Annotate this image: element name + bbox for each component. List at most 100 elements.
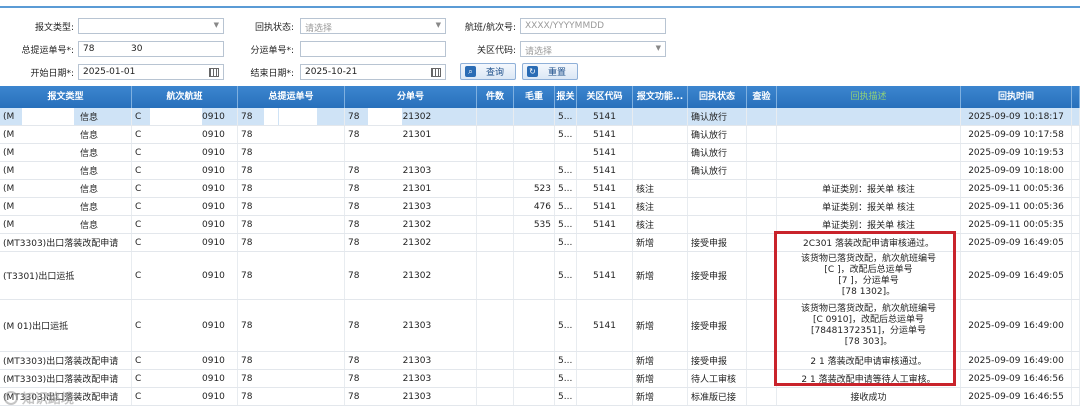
redaction-mask	[368, 144, 380, 161]
redaction-mask	[150, 144, 202, 161]
cell-extra	[1072, 180, 1080, 197]
redaction-mask	[22, 216, 74, 233]
cell-voyage-suffix: 0910	[202, 320, 225, 331]
cell-decl: 5...	[555, 300, 577, 351]
cell-voyage-suffix: 0910	[202, 237, 225, 248]
cell-status: 待人工审核	[688, 370, 747, 387]
customs-code-select[interactable]: 请选择 ▼	[520, 41, 666, 57]
table-row[interactable]: (M信息C0910781307830_JG213035...5141确认放行20…	[0, 162, 1080, 180]
master-no-input[interactable]: 78 30	[78, 41, 224, 57]
cell-desc	[777, 126, 961, 143]
calendar-icon[interactable]	[431, 68, 441, 77]
redaction-mask	[150, 234, 202, 251]
cell-customs: 5141	[577, 198, 633, 215]
redaction-mask	[279, 234, 317, 251]
redaction-mask	[368, 388, 380, 405]
cell-decl: 5...	[555, 252, 577, 299]
cell-time: 2025-09-09 16:49:05	[961, 234, 1072, 251]
cell-weight	[514, 300, 555, 351]
cell-pieces	[477, 162, 514, 179]
watermark-text: 知识路境	[22, 392, 75, 407]
redaction-mask	[150, 352, 202, 369]
cell-voyage-suffix: 0910	[202, 391, 225, 402]
col-receipt-status[interactable]: 回执状态	[688, 86, 747, 108]
master-no-value-1: 78	[83, 44, 95, 54]
reset-button[interactable]: ↻ 重置	[522, 63, 578, 80]
cell-decl: 5...	[555, 370, 577, 387]
cell-type: (MT3303)出口落装改配申请	[0, 234, 132, 251]
col-receipt-time[interactable]: 回执时间	[961, 86, 1072, 108]
cell-type-suffix: 信息	[80, 221, 99, 231]
table-row[interactable]: (M信息C0910781307830_JG213015...5141确认放行20…	[0, 126, 1080, 144]
calendar-icon[interactable]	[209, 68, 219, 77]
cell-house: 78 30_JG21301	[345, 180, 477, 197]
query-button-label: 查询	[486, 68, 505, 78]
end-date-input[interactable]: 2025-10-21	[300, 64, 446, 80]
col-voyage[interactable]: 航次航班	[132, 86, 238, 108]
cell-status	[688, 216, 747, 233]
redaction-mask	[150, 388, 202, 405]
redaction-mask	[368, 252, 380, 299]
cell-voyage-suffix: 0910	[202, 219, 225, 230]
cell-inspect	[747, 370, 777, 387]
cell-house: 78 30_JG21303	[345, 352, 477, 369]
col-customs-code[interactable]: 关区代码	[577, 86, 633, 108]
msg-type-select[interactable]: ▼	[78, 18, 224, 34]
redaction-mask	[279, 388, 317, 405]
table-row[interactable]: (M信息C0910781307830_JG213015235...5141核注单…	[0, 180, 1080, 198]
redaction-mask	[368, 162, 380, 179]
cell-voyage-suffix: 0910	[202, 355, 225, 366]
cell-type-suffix: 信息	[80, 203, 99, 213]
start-date-input[interactable]: 2025-01-01	[78, 64, 224, 80]
cell-inspect	[747, 352, 777, 369]
redaction-mask	[264, 162, 278, 179]
cell-func: 核注	[633, 198, 688, 215]
table-row[interactable]: (MT3303)出口落装改配申请C0910781307830_JG213035.…	[0, 388, 1080, 406]
col-house-no[interactable]: 分单号	[345, 86, 477, 108]
col-msg-type[interactable]: 报文类型	[0, 86, 132, 108]
cell-master-prefix: 78	[241, 373, 253, 384]
table-row[interactable]: (M信息C0910781305141确认放行2025-09-09 10:19:5…	[0, 144, 1080, 162]
start-date-value: 2025-01-01	[83, 67, 136, 77]
redaction-mask	[150, 252, 202, 299]
col-msg-func[interactable]: 报文功能...	[633, 86, 688, 108]
cell-func	[633, 108, 688, 125]
redaction-mask	[368, 108, 380, 125]
cell-voyage-suffix: 0910	[202, 165, 225, 176]
col-receipt-desc[interactable]: 回执描述	[777, 86, 961, 108]
cell-master-prefix: 78	[241, 201, 253, 212]
cell-voyage-prefix: C	[135, 183, 142, 194]
cell-voyage-prefix: C	[135, 355, 142, 366]
table-row[interactable]: (M信息C0910781307830_JG213025...5141确认放行20…	[0, 108, 1080, 126]
redaction-mask	[22, 126, 74, 143]
redaction-mask	[368, 126, 380, 143]
col-master-no[interactable]: 总提运单号	[238, 86, 345, 108]
cell-house: 78 30_JG21303	[345, 198, 477, 215]
table-row[interactable]: (M信息C0910781307830_JG213034765...5141核注单…	[0, 198, 1080, 216]
voyage-input[interactable]: XXXX/YYYYMMDD	[520, 18, 666, 34]
cell-extra	[1072, 108, 1080, 125]
cell-status: 确认放行	[688, 144, 747, 161]
cell-master-prefix: 78	[241, 391, 253, 402]
cell-house-prefix: 78	[348, 129, 360, 140]
col-inspection[interactable]: 查验	[747, 86, 777, 108]
query-button[interactable]: ⌕ 查询	[460, 63, 516, 80]
redaction-mask	[264, 252, 278, 299]
house-no-input[interactable]	[300, 41, 446, 57]
col-decl[interactable]: 报关	[555, 86, 577, 108]
cell-voyage-suffix: 0910	[202, 373, 225, 384]
redaction-mask	[380, 108, 402, 125]
cell-decl: 5...	[555, 108, 577, 125]
redaction-mask	[368, 352, 380, 369]
redaction-mask	[150, 162, 202, 179]
receipt-status-select[interactable]: 请选择 ▼	[300, 18, 446, 34]
end-date-label: 结束日期*:	[250, 69, 294, 79]
cell-house-prefix: 78	[348, 391, 360, 402]
col-weight[interactable]: 毛重	[514, 86, 555, 108]
redaction-mask	[380, 388, 402, 405]
cell-pieces	[477, 370, 514, 387]
col-pieces[interactable]: 件数	[477, 86, 514, 108]
cell-customs: 5141	[577, 126, 633, 143]
cell-master-prefix: 78	[241, 219, 253, 230]
cell-house-prefix: 78	[348, 373, 360, 384]
